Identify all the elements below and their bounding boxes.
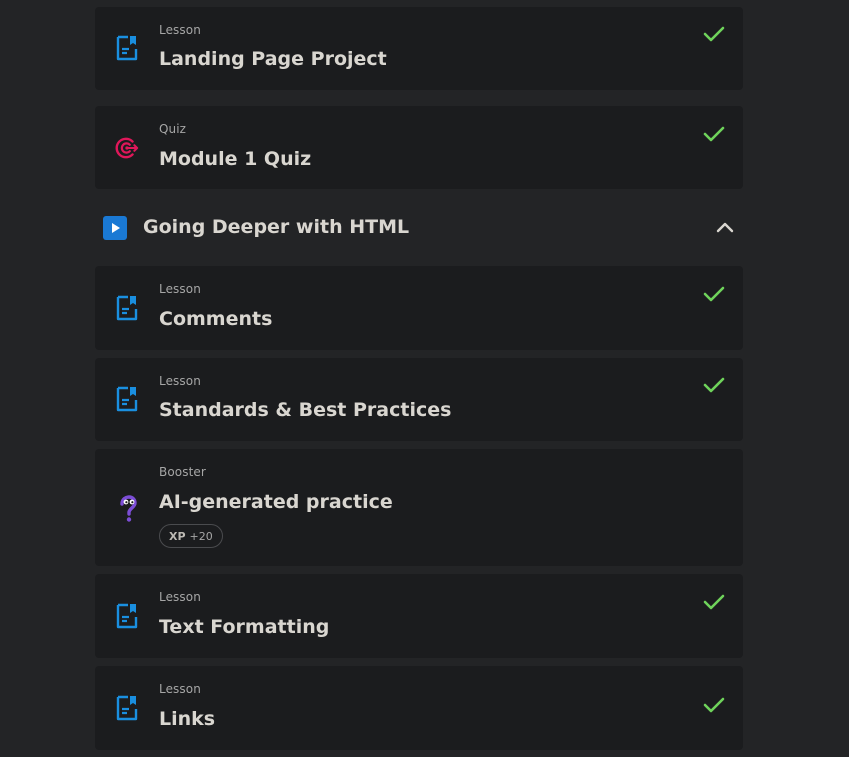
completed-check-icon xyxy=(703,126,725,142)
completed-check-icon xyxy=(703,377,725,393)
completed-check-icon xyxy=(703,697,725,713)
section-header-going-deeper[interactable]: Going Deeper with HTML xyxy=(95,200,743,256)
completed-check-icon xyxy=(703,286,725,302)
item-title: Links xyxy=(159,708,216,730)
lesson-card-landing-page-project[interactable]: Lesson Landing Page Project xyxy=(95,7,743,90)
course-outline: Lesson Landing Page Project Quiz Module … xyxy=(0,0,849,757)
lesson-card-comments[interactable]: Lesson Comments xyxy=(95,266,743,350)
item-title: Text Formatting xyxy=(159,616,330,638)
lesson-doc-icon xyxy=(116,386,138,412)
xp-value: +20 xyxy=(189,529,213,543)
completed-check-icon xyxy=(703,26,725,42)
quiz-card-module-1-quiz[interactable]: Quiz Module 1 Quiz xyxy=(95,106,743,189)
item-type-label: Lesson xyxy=(159,590,201,604)
lesson-card-links[interactable]: Lesson Links xyxy=(95,666,743,750)
lesson-card-standards-best-practices[interactable]: Lesson Standards & Best Practices xyxy=(95,358,743,441)
item-type-label: Quiz xyxy=(159,122,187,136)
item-type-label: Lesson xyxy=(159,682,201,696)
item-type-label: Lesson xyxy=(159,374,201,388)
xp-label: XP xyxy=(169,529,186,543)
lesson-doc-icon xyxy=(116,603,138,629)
booster-card-ai-generated-practice[interactable]: Booster AI-generated practice XP +20 xyxy=(95,449,743,566)
item-title: Standards & Best Practices xyxy=(159,399,452,421)
xp-reward-badge: XP +20 xyxy=(159,524,223,548)
item-type-label: Lesson xyxy=(159,23,201,37)
play-icon xyxy=(103,216,127,240)
item-title: Comments xyxy=(159,308,273,330)
item-type-label: Booster xyxy=(159,465,206,479)
section-title: Going Deeper with HTML xyxy=(143,216,410,238)
booster-question-icon xyxy=(120,495,137,522)
lesson-doc-icon xyxy=(116,295,138,321)
completed-check-icon xyxy=(703,594,725,610)
quiz-target-icon xyxy=(115,137,139,159)
chevron-up-icon[interactable] xyxy=(715,219,735,235)
item-type-label: Lesson xyxy=(159,282,201,296)
item-title: Module 1 Quiz xyxy=(159,148,312,170)
item-title: Landing Page Project xyxy=(159,48,387,70)
item-title: AI-generated practice xyxy=(159,491,393,513)
lesson-doc-icon xyxy=(116,695,138,721)
lesson-card-text-formatting[interactable]: Lesson Text Formatting xyxy=(95,574,743,658)
lesson-doc-icon xyxy=(116,35,138,61)
